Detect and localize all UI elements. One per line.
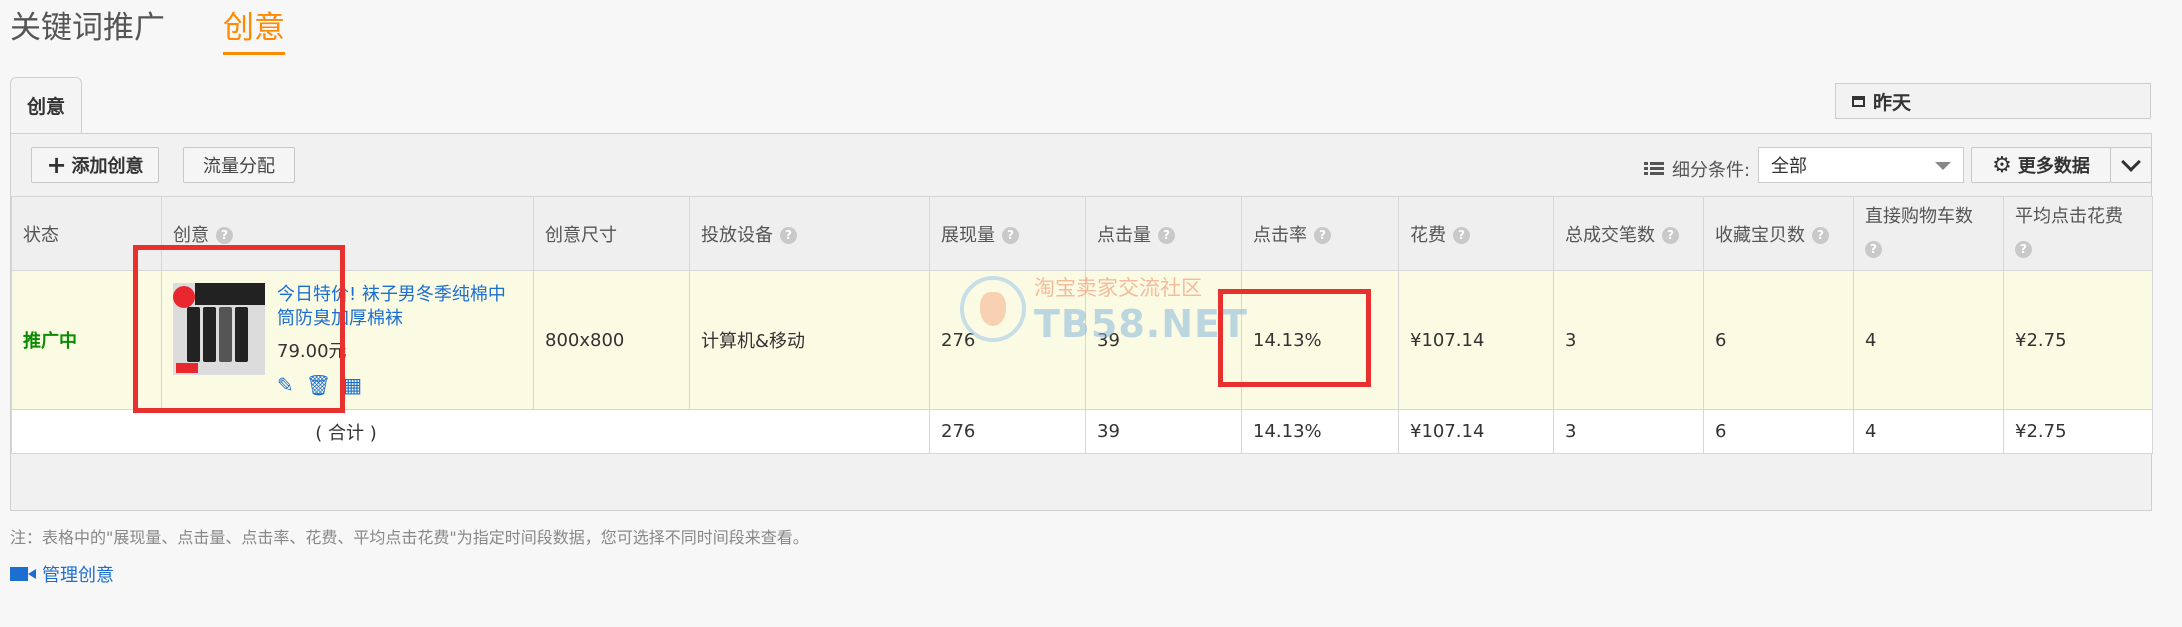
total-orders: 3 <box>1553 409 1704 454</box>
more-data-button[interactable]: ⚙ 更多数据 <box>1971 147 2111 183</box>
header-clicks[interactable]: 点击量? <box>1085 196 1242 271</box>
filter-label-text: 细分条件: <box>1672 160 1751 181</box>
total-impressions: 276 <box>929 409 1086 454</box>
help-icon[interactable]: ? <box>1002 227 1019 244</box>
help-icon[interactable]: ? <box>1314 227 1331 244</box>
favorites-cell: 6 <box>1703 270 1854 410</box>
more-data-label: 更多数据 <box>2017 156 2090 177</box>
cart-cell: 4 <box>1853 270 2004 410</box>
device-cell: 计算机&移动 <box>689 270 930 410</box>
impressions-cell: 276 <box>929 270 1086 410</box>
date-range-label: 昨天 <box>1873 91 1912 114</box>
help-icon[interactable]: ? <box>780 227 797 244</box>
video-icon <box>10 567 36 581</box>
help-icon[interactable]: ? <box>1865 240 1882 258</box>
creative-title-link[interactable]: 今日特价! 袜子男冬季纯棉中筒防臭加厚棉袜 <box>277 283 517 331</box>
help-icon[interactable]: ? <box>1453 227 1470 244</box>
creative-table: 状态 创意? 创意尺寸 投放设备? 展现量? 点击量? 点击率? 花费? 总成交… <box>11 196 2153 454</box>
report-icon[interactable]: ▦ <box>343 373 362 397</box>
creative-cell: 今日特价! 袜子男冬季纯棉中筒防臭加厚棉袜 79.00元 ✎ 🗑 ▦ <box>161 270 534 410</box>
thumb-sock <box>203 307 216 362</box>
total-favorites: 6 <box>1703 409 1854 454</box>
tab-creative[interactable]: 创意 <box>223 6 285 55</box>
thumb-badge <box>173 286 195 308</box>
top-tabs: 关键词推广 创意 <box>10 6 343 58</box>
header-favorites[interactable]: 收藏宝贝数? <box>1703 196 1854 271</box>
list-icon <box>1644 162 1664 176</box>
help-icon[interactable]: ? <box>1662 227 1679 244</box>
clicks-cell: 39 <box>1085 270 1242 410</box>
tab-keyword-promotion[interactable]: 关键词推广 <box>10 6 165 50</box>
traffic-allocation-button[interactable]: 流量分配 <box>183 147 295 183</box>
cpc-cell: ¥2.75 <box>2003 270 2153 410</box>
panel-tab-creative[interactable]: 创意 <box>10 77 82 133</box>
cost-cell: ¥107.14 <box>1398 270 1554 410</box>
delete-icon[interactable]: 🗑 <box>306 373 331 397</box>
add-creative-label: 添加创意 <box>71 156 144 177</box>
table-note: 注：表格中的"展现量、点击量、点击率、花费、平均点击花费"为指定时间段数据，您可… <box>10 528 809 547</box>
filter-select[interactable]: 全部 <box>1758 147 1964 183</box>
header-size: 创意尺寸 <box>533 196 690 271</box>
orders-cell: 3 <box>1553 270 1704 410</box>
thumb-banner <box>195 283 265 305</box>
total-cpc: ¥2.75 <box>2003 409 2153 454</box>
size-cell: 800x800 <box>533 270 690 410</box>
plus-icon: + <box>46 151 67 179</box>
filter-label: 细分条件: <box>1644 156 1750 182</box>
help-icon[interactable]: ? <box>2015 240 2032 258</box>
chevron-down-icon <box>2121 152 2141 172</box>
manage-creative-label: 管理创意 <box>42 565 114 586</box>
ctr-cell: 14.13% <box>1241 270 1399 410</box>
header-cpc[interactable]: 平均点击花费? <box>2003 196 2153 271</box>
header-cart[interactable]: 直接购物车数? <box>1853 196 2004 271</box>
header-cost[interactable]: 花费? <box>1398 196 1554 271</box>
help-icon[interactable]: ? <box>1158 227 1175 244</box>
more-data-dropdown-button[interactable] <box>2110 147 2152 183</box>
thumb-sock <box>187 307 200 362</box>
total-ctr: 14.13% <box>1241 409 1399 454</box>
table-row: 推广中 今日特价! 袜子男冬季纯棉中筒防臭加厚棉袜 79.00元 ✎ 🗑 ▦ 8… <box>11 270 2153 410</box>
help-icon[interactable]: ? <box>1812 227 1829 244</box>
header-impressions[interactable]: 展现量? <box>929 196 1086 271</box>
header-status: 状态 <box>11 196 162 271</box>
total-label: ( 合计 ) <box>11 409 930 454</box>
help-icon[interactable]: ? <box>216 227 233 244</box>
creative-price: 79.00元 <box>277 341 347 362</box>
header-orders[interactable]: 总成交笔数? <box>1553 196 1704 271</box>
calendar-icon <box>1852 95 1865 107</box>
status-cell: 推广中 <box>11 270 162 410</box>
filter-select-value: 全部 <box>1771 156 1807 177</box>
creative-thumbnail[interactable] <box>173 283 265 375</box>
thumb-tag <box>176 363 198 373</box>
edit-icon[interactable]: ✎ <box>277 373 294 397</box>
header-creative: 创意? <box>161 196 534 271</box>
header-device: 投放设备? <box>689 196 930 271</box>
header-ctr[interactable]: 点击率? <box>1241 196 1399 271</box>
date-range-button[interactable]: 昨天 <box>1835 83 2151 119</box>
toolbar: + 添加创意 流量分配 细分条件: 全部 ⚙ 更多数据 <box>11 134 2152 196</box>
total-row: ( 合计 ) 276 39 14.13% ¥107.14 3 6 4 ¥2.75 <box>11 409 2153 454</box>
total-clicks: 39 <box>1085 409 1242 454</box>
total-cost: ¥107.14 <box>1398 409 1554 454</box>
add-creative-button[interactable]: + 添加创意 <box>31 147 159 183</box>
thumb-sock <box>219 307 232 362</box>
gear-icon: ⚙ <box>1992 152 2012 178</box>
table-header-row: 状态 创意? 创意尺寸 投放设备? 展现量? 点击量? 点击率? 花费? 总成交… <box>11 196 2153 271</box>
total-cart: 4 <box>1853 409 2004 454</box>
creative-panel: + 添加创意 流量分配 细分条件: 全部 ⚙ 更多数据 状态 创意? 创意尺寸 <box>10 133 2153 511</box>
manage-creative-link[interactable]: 管理创意 <box>10 561 114 587</box>
thumb-sock <box>235 307 248 362</box>
caret-down-icon <box>1935 162 1951 170</box>
